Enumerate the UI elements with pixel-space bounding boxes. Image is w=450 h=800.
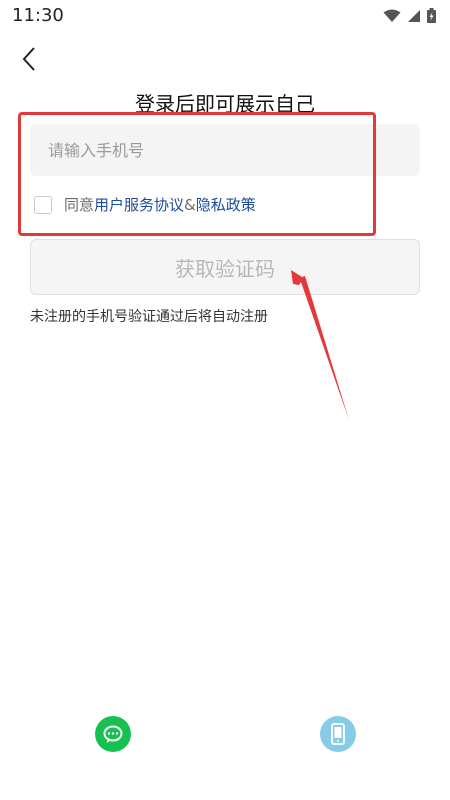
status-icons bbox=[383, 8, 436, 23]
auto-register-note: 未注册的手机号验证通过后将自动注册 bbox=[30, 309, 268, 325]
back-arrow-icon bbox=[22, 47, 35, 71]
get-code-button[interactable]: 获取验证码 bbox=[30, 239, 420, 295]
wechat-icon bbox=[103, 725, 123, 743]
phone-login-icon bbox=[331, 723, 345, 745]
back-button[interactable] bbox=[14, 42, 44, 76]
status-bar: 11:30 bbox=[0, 0, 450, 34]
wifi-icon bbox=[383, 9, 401, 22]
highlight-box bbox=[18, 112, 376, 236]
phone-login-button[interactable] bbox=[320, 716, 356, 752]
status-time: 11:30 bbox=[12, 5, 64, 26]
wechat-login-button[interactable] bbox=[95, 716, 131, 752]
signal-icon bbox=[408, 9, 420, 22]
battery-charging-icon bbox=[427, 8, 436, 23]
